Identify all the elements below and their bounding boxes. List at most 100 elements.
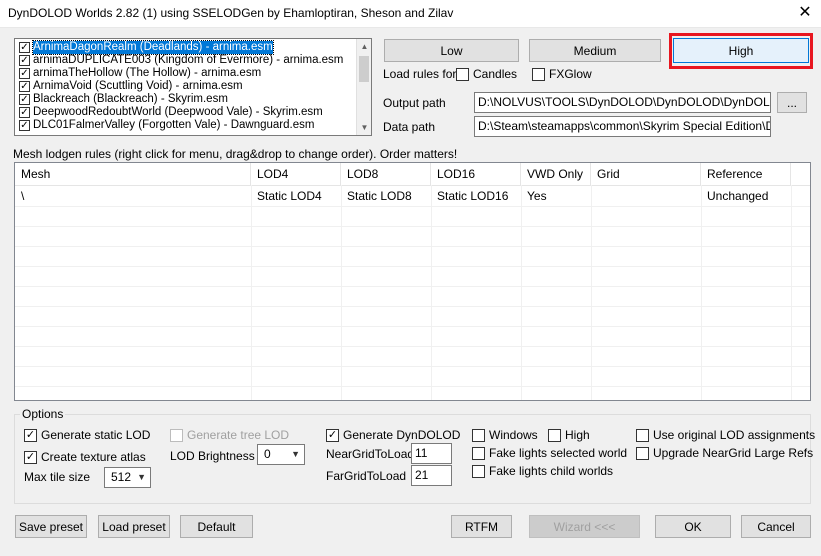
checkbox-unchecked-icon[interactable] [170, 428, 183, 442]
checkbox-unchecked-icon[interactable] [548, 428, 561, 442]
max-tile-size-select[interactable]: 512 ▼ [104, 467, 151, 488]
grid-line [591, 185, 592, 400]
generate-static-lod-checkbox[interactable]: ✓ Generate static LOD [24, 428, 150, 442]
rtfm-button[interactable]: RTFM [451, 515, 512, 538]
grid-line [15, 346, 810, 347]
options-legend: Options [20, 407, 66, 421]
checkbox-checked-icon[interactable]: ✓ [19, 94, 30, 105]
fxglow-checkbox[interactable]: FXGlow [532, 67, 592, 81]
checkbox-unchecked-icon[interactable] [472, 464, 485, 478]
checkbox-checked-icon[interactable]: ✓ [24, 428, 37, 442]
fake-lights-selected-checkbox[interactable]: Fake lights selected world [472, 446, 627, 460]
column-header-vwd-only[interactable]: VWD Only [521, 163, 591, 185]
ok-button[interactable]: OK [655, 515, 731, 538]
table-cell-lod16[interactable]: Static LOD16 [431, 186, 521, 206]
load-preset-button[interactable]: Load preset [98, 515, 170, 538]
table-cell-lod8[interactable]: Static LOD8 [341, 186, 431, 206]
grid-line [15, 206, 810, 207]
checkbox-checked-icon[interactable]: ✓ [24, 450, 37, 464]
grid-line [15, 326, 810, 327]
grid-line [791, 185, 792, 400]
column-header-lod8[interactable]: LOD8 [341, 163, 431, 185]
far-grid-label: FarGridToLoad [326, 469, 407, 483]
lod-brightness-select[interactable]: 0 ▼ [257, 444, 305, 465]
checkbox-unchecked-icon[interactable] [636, 446, 649, 460]
grid-line [701, 185, 702, 400]
low-preset-button[interactable]: Low [384, 39, 519, 62]
checkbox-unchecked-icon[interactable] [472, 428, 485, 442]
close-icon[interactable]: ✕ [792, 2, 818, 24]
grid-line [15, 366, 810, 367]
create-texture-atlas-checkbox[interactable]: ✓ Create texture atlas [24, 450, 146, 464]
grid-line [15, 266, 810, 267]
scroll-thumb[interactable] [359, 56, 369, 82]
grid-line [15, 306, 810, 307]
checkbox-checked-icon[interactable]: ✓ [19, 120, 30, 131]
checkbox-unchecked-icon[interactable] [456, 67, 469, 81]
column-header-lod16[interactable]: LOD16 [431, 163, 521, 185]
column-header-reference[interactable]: Reference [701, 163, 791, 185]
checkbox-checked-icon[interactable]: ✓ [19, 55, 30, 66]
grid-line [431, 185, 432, 400]
candles-checkbox[interactable]: Candles [456, 67, 517, 81]
checkbox-checked-icon[interactable]: ✓ [19, 68, 30, 79]
world-item[interactable]: ✓ DLC01FalmerValley (Forgotten Vale) - D… [17, 119, 357, 132]
use-original-lod-checkbox[interactable]: Use original LOD assignments [636, 428, 815, 442]
generate-tree-lod-checkbox[interactable]: Generate tree LOD [170, 428, 289, 442]
grid-line [521, 185, 522, 400]
column-header-lod4[interactable]: LOD4 [251, 163, 341, 185]
default-button[interactable]: Default [180, 515, 253, 538]
grid-line [15, 246, 810, 247]
checkbox-unchecked-icon[interactable] [532, 67, 545, 81]
medium-preset-button[interactable]: Medium [529, 39, 661, 62]
output-path-input[interactable]: D:\NOLVUS\TOOLS\DynDOLOD\DynDOLOD\DynDOL… [474, 92, 771, 113]
table-cell-lod4[interactable]: Static LOD4 [251, 186, 341, 206]
windows-checkbox[interactable]: Windows [472, 428, 538, 442]
upgrade-neargrid-checkbox[interactable]: Upgrade NearGrid Large Refs [636, 446, 813, 460]
data-path-input[interactable]: D:\Steam\steamapps\common\Skyrim Special… [474, 116, 771, 137]
cancel-button[interactable]: Cancel [741, 515, 811, 538]
world-item[interactable]: ✓ Blackreach (Blackreach) - Skyrim.esm [17, 93, 357, 106]
scroll-up-icon[interactable]: ▲ [357, 39, 371, 54]
checkbox-checked-icon[interactable]: ✓ [326, 428, 339, 442]
chevron-down-icon: ▼ [291, 449, 300, 459]
far-grid-input[interactable]: 21 [411, 465, 452, 486]
table-cell-reference[interactable]: Unchanged [701, 186, 791, 206]
checkbox-checked-icon[interactable]: ✓ [19, 107, 30, 118]
highlight-box [669, 33, 813, 69]
window-title: DynDOLOD Worlds 2.82 (1) using SSELODGen… [8, 6, 454, 20]
save-preset-button[interactable]: Save preset [15, 515, 87, 538]
world-item[interactable]: ✓ arnimaTheHollow (The Hollow) - arnima.… [17, 67, 357, 80]
rules-grid[interactable]: Mesh LOD4 LOD8 LOD16 VWD Only Grid Refer… [14, 162, 811, 401]
grid-line [15, 386, 810, 387]
near-grid-label: NearGridToLoad [326, 447, 415, 461]
world-item[interactable]: ✓ arnimaDUPLICATE003 (Kingdom of Evermor… [17, 54, 357, 67]
checkbox-unchecked-icon[interactable] [636, 428, 649, 442]
fake-lights-child-checkbox[interactable]: Fake lights child worlds [472, 464, 613, 478]
world-item[interactable]: ✓ ArnimaVoid (Scuttling Void) - arnima.e… [17, 80, 357, 93]
checkbox-checked-icon[interactable]: ✓ [19, 42, 30, 53]
world-list-scrollbar[interactable]: ▲ ▼ [356, 39, 371, 135]
column-header-mesh[interactable]: Mesh [15, 163, 251, 185]
generate-dyndolod-checkbox[interactable]: ✓ Generate DynDOLOD [326, 428, 460, 442]
table-cell-mesh[interactable]: \ [15, 186, 251, 206]
browse-button[interactable]: ... [777, 92, 807, 113]
high-checkbox[interactable]: High [548, 428, 590, 442]
load-rules-label: Load rules for [383, 67, 457, 81]
world-item[interactable]: ✓ ArnimaDagonRealm (Deadlands) - arnima.… [17, 40, 357, 55]
world-list[interactable]: ✓ ArnimaDagonRealm (Deadlands) - arnima.… [14, 38, 372, 136]
grid-line [15, 226, 810, 227]
rules-caption: Mesh lodgen rules (right click for menu,… [13, 147, 458, 161]
column-header-grid[interactable]: Grid [591, 163, 701, 185]
checkbox-checked-icon[interactable]: ✓ [19, 81, 30, 92]
max-tile-size-label: Max tile size [24, 470, 91, 484]
world-item[interactable]: ✓ DeepwoodRedoubtWorld (Deepwood Vale) -… [17, 106, 357, 119]
title-bar: DynDOLOD Worlds 2.82 (1) using SSELODGen… [0, 0, 821, 28]
near-grid-input[interactable]: 11 [411, 443, 452, 464]
checkbox-unchecked-icon[interactable] [472, 446, 485, 460]
table-cell-vwd-only[interactable]: Yes [521, 186, 591, 206]
wizard-button[interactable]: Wizard <<< [529, 515, 640, 538]
scroll-down-icon[interactable]: ▼ [357, 120, 371, 135]
table-cell-grid[interactable] [591, 186, 701, 206]
chevron-down-icon: ▼ [137, 472, 146, 482]
